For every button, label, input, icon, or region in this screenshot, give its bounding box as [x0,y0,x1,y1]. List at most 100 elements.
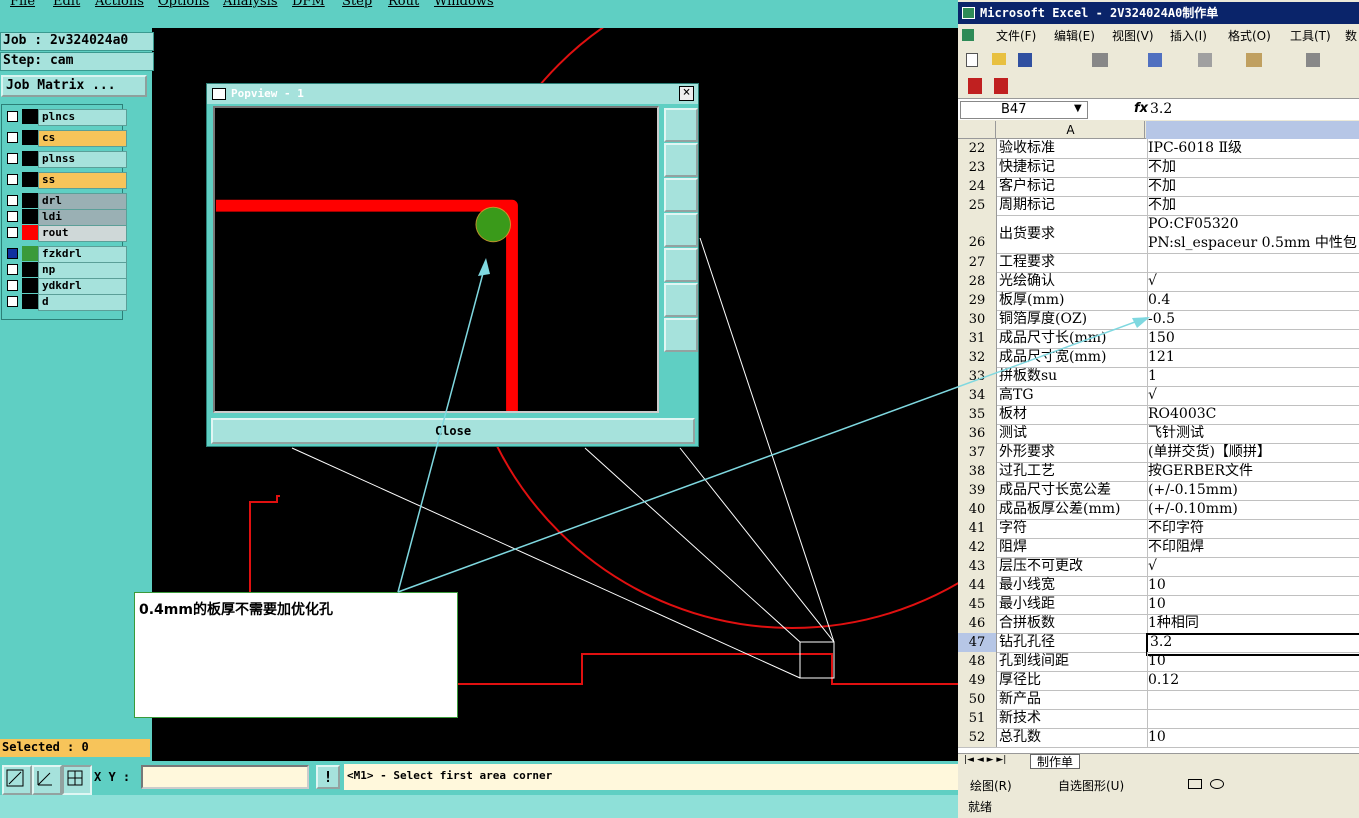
menu-analysis[interactable]: Analysis [223,0,278,9]
row-number[interactable]: 25 [958,196,997,215]
pdf-mail-icon[interactable] [994,78,1008,94]
table-row[interactable]: 28 光绘确认 √ [958,272,1359,292]
cell-b[interactable] [1146,690,1359,709]
xy-coordinate-input[interactable] [141,765,309,789]
layer-checkbox[interactable] [7,195,18,206]
row-number[interactable]: 28 [958,272,997,291]
cell-a[interactable]: 最小线距 [997,595,1148,614]
cell-a[interactable]: 过孔工艺 [997,462,1148,481]
paste-icon[interactable] [1246,53,1262,67]
cell-b[interactable]: 不印字符 [1146,519,1359,538]
popview-close-button[interactable]: Close [211,418,695,444]
zoom-area-icon[interactable] [2,765,32,795]
layer-row[interactable]: drl [5,193,127,210]
pan-right-icon[interactable] [664,248,698,282]
pan-left-icon[interactable] [664,213,698,247]
row-number[interactable]: 27 [958,253,997,272]
row-number[interactable]: 48 [958,652,997,671]
layer-row[interactable]: fzkdrl [5,246,127,263]
row-number[interactable]: 23 [958,158,997,177]
row-number[interactable]: 52 [958,728,997,747]
row-number[interactable]: 40 [958,500,997,519]
table-row[interactable]: 36 测试 飞针测试 [958,424,1359,444]
table-row[interactable]: 34 高TG √ [958,386,1359,406]
layer-row[interactable]: ldi [5,209,127,226]
row-number[interactable]: 50 [958,690,997,709]
table-row[interactable]: 22 验收标准 IPC-6018 Ⅱ级 [958,139,1359,159]
chevron-down-icon[interactable]: ▼ [1074,103,1082,114]
table-row[interactable]: 25 周期标记 不加 [958,196,1359,216]
new-icon[interactable] [966,53,978,67]
menu-file[interactable]: File [10,0,35,9]
sheet-tab[interactable]: 制作单 [1030,754,1081,769]
layer-name[interactable]: ydkdrl [38,278,127,295]
spreadsheet-grid[interactable]: A 22 验收标准 IPC-6018 Ⅱ级 23 快捷标记 不加 24 客户标记 不加 25 周期标… [958,121,1359,753]
layer-row[interactable]: plnss [5,151,127,168]
cell-a[interactable]: 高TG [997,386,1148,405]
cell-a[interactable]: 合拼板数 [997,614,1148,633]
table-row[interactable]: 33 拼板数su 1 [958,367,1359,387]
cell-a[interactable]: 最小线宽 [997,576,1148,595]
cut-icon[interactable] [1198,53,1212,67]
cell-b[interactable]: (+/-0.10mm) [1146,500,1359,519]
draw-menu[interactable]: 绘图(R) [970,777,1012,794]
cell-b[interactable]: 10 [1146,728,1359,747]
row-number[interactable]: 29 [958,291,997,310]
row-number[interactable]: 30 [958,310,997,329]
cell-b[interactable]: 不加 [1146,177,1359,196]
table-row[interactable]: 52 总孔数 10 [958,728,1359,748]
menu-edit[interactable]: Edit [53,0,80,9]
cell-a[interactable]: 厚径比 [997,671,1148,690]
rectangle-icon[interactable] [1188,779,1202,789]
row-number[interactable]: 26 [958,215,997,253]
table-row[interactable]: 35 板材 RO4003C [958,405,1359,425]
cell-b[interactable]: 按GERBER文件 [1146,462,1359,481]
layer-row[interactable]: plncs [5,109,127,126]
row-number[interactable]: 39 [958,481,997,500]
menu-data[interactable]: 数 [1345,27,1357,44]
row-number[interactable]: 34 [958,386,997,405]
row-number[interactable]: 45 [958,595,997,614]
cell-b[interactable]: 1 [1146,367,1359,386]
excel-titlebar[interactable]: Microsoft Excel - 2V324024A0制作单 [958,2,1359,24]
menu-rout[interactable]: Rout [388,0,419,9]
row-number[interactable]: 38 [958,462,997,481]
cell-b[interactable]: (+/-0.15mm) [1146,481,1359,500]
menu-insert[interactable]: 插入(I) [1170,27,1207,44]
layer-checkbox[interactable] [7,153,18,164]
layer-name[interactable]: fzkdrl [38,246,127,263]
cell-a[interactable]: 成品尺寸宽(mm) [997,348,1148,367]
layer-row[interactable]: d [5,294,127,311]
cell-b[interactable]: 0.4 [1146,291,1359,310]
row-number[interactable]: 49 [958,671,997,690]
cell-a[interactable]: 阻焊 [997,538,1148,557]
layer-checkbox[interactable] [7,174,18,185]
layer-name[interactable]: ss [38,172,127,189]
row-number[interactable]: 24 [958,177,997,196]
pdf-icon[interactable] [968,78,982,94]
table-row[interactable]: 47 钻孔孔径 3.2 [958,633,1359,656]
layer-name[interactable]: d [38,294,127,311]
row-number[interactable]: 51 [958,709,997,728]
close-icon[interactable]: × [679,86,694,101]
cell-b[interactable] [1146,253,1359,272]
layer-checkbox[interactable] [7,211,18,222]
layer-row[interactable]: rout [5,225,127,242]
layer-checkbox[interactable] [7,264,18,275]
cell-a[interactable]: 验收标准 [997,139,1148,158]
cell-b[interactable]: IPC-6018 Ⅱ级 [1146,139,1359,158]
layer-name[interactable]: np [38,262,127,279]
layer-checkbox[interactable] [7,227,18,238]
cell-b[interactable]: 10 [1146,576,1359,595]
cell-b[interactable]: 1种相同 [1146,614,1359,633]
table-row[interactable]: 39 成品尺寸长宽公差 (+/-0.15mm) [958,481,1359,501]
layer-name[interactable]: plncs [38,109,127,126]
layer-checkbox[interactable] [7,132,18,143]
sheet-nav-icon[interactable]: |◄ ◄ ► ►| [964,755,1006,765]
row-number[interactable]: 47 [958,633,997,652]
cell-b[interactable]: -0.5 [1146,310,1359,329]
cell-b[interactable]: √ [1146,272,1359,291]
cell-b[interactable] [1146,709,1359,728]
row-number[interactable]: 35 [958,405,997,424]
cell-a[interactable]: 外形要求 [997,443,1148,462]
